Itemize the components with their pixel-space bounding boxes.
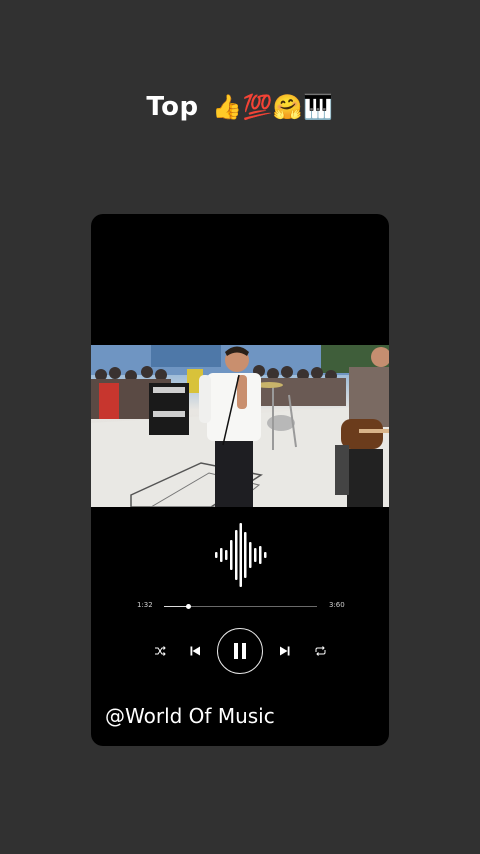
- pause-button[interactable]: [217, 628, 263, 674]
- repeat-button[interactable]: [312, 643, 328, 659]
- caption-emojis: 👍💯🤗🎹: [212, 93, 334, 121]
- previous-track-button[interactable]: [187, 643, 203, 659]
- music-player-card: 1:32 3:60 @World Of Music: [91, 214, 389, 746]
- channel-handle[interactable]: @World Of Music: [105, 704, 275, 728]
- playback-controls: [91, 627, 389, 675]
- concert-scene-illustration: [91, 345, 389, 507]
- previous-icon: [190, 646, 200, 656]
- story-screen: Top 👍💯🤗🎹 1:32 3:60 @World Of Music: [0, 0, 480, 854]
- playback-progress: 1:32 3:60: [91, 600, 389, 616]
- elapsed-time: 1:32: [137, 601, 153, 609]
- audio-waveform-icon: [215, 523, 267, 587]
- next-track-button[interactable]: [277, 643, 293, 659]
- story-caption: Top 👍💯🤗🎹: [0, 92, 480, 122]
- pause-icon: [234, 643, 246, 659]
- caption-text: Top: [146, 92, 199, 122]
- seek-bar-fill: [164, 606, 189, 607]
- repeat-icon: [315, 646, 325, 656]
- seek-bar[interactable]: [164, 604, 317, 609]
- shuffle-button[interactable]: [152, 643, 168, 659]
- total-time: 3:60: [329, 601, 345, 609]
- shuffle-icon: [155, 646, 166, 656]
- next-icon: [280, 646, 290, 656]
- seek-bar-knob[interactable]: [186, 604, 192, 609]
- music-video-frame[interactable]: [91, 345, 389, 507]
